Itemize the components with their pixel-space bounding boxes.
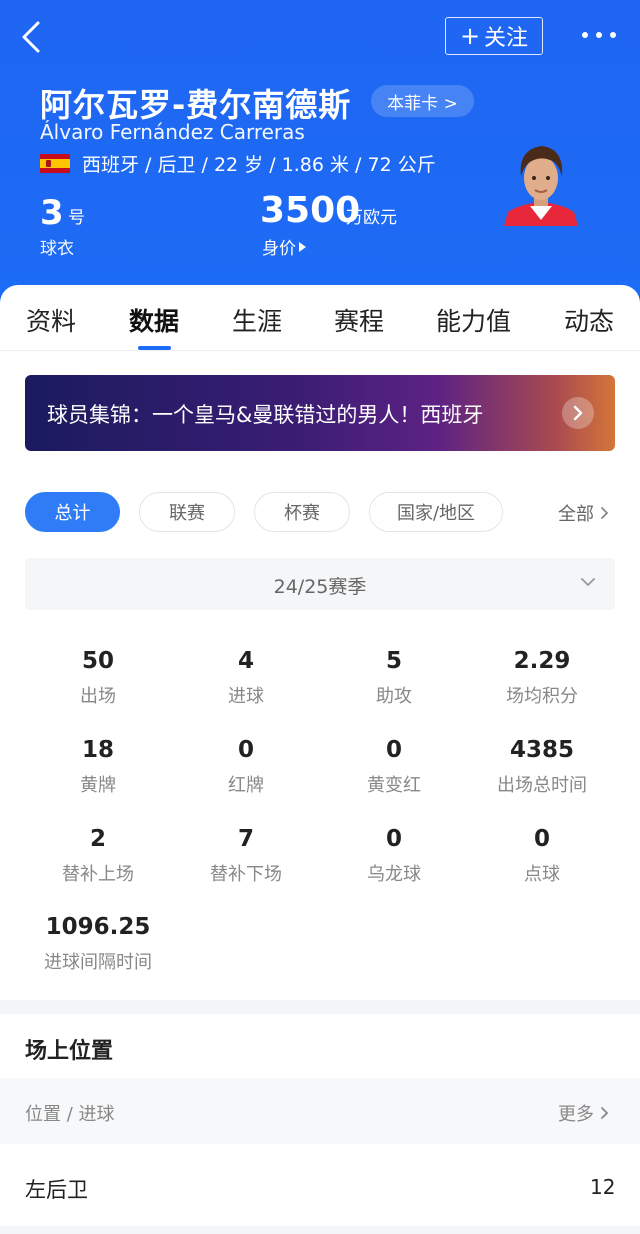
active-tab-indicator: [138, 346, 171, 350]
stat-appearances: 50 出场: [24, 646, 172, 708]
tab-ratings[interactable]: 能力值: [436, 302, 511, 338]
stat-value: 50: [81, 648, 114, 674]
position-goals: 12: [590, 1175, 616, 1199]
chevron-right-icon: [562, 397, 594, 429]
more-options-button[interactable]: [582, 26, 616, 44]
chevron-right-icon: [601, 507, 609, 519]
chevron-left-icon: [22, 21, 40, 53]
tab-schedule[interactable]: 赛程: [334, 302, 384, 338]
tab-bar: 资料 数据 生涯 赛程 能力值 动态: [0, 285, 640, 351]
stat-points-per-game: 2.29 场均积分: [468, 646, 616, 708]
all-filter-label: 全部: [558, 504, 594, 525]
more-label: 更多: [558, 1104, 594, 1125]
chevron-right-icon: [601, 1107, 609, 1119]
chevron-down-icon: [581, 578, 595, 586]
tab-stats[interactable]: 数据: [129, 302, 179, 338]
positions-header: 位置 / 进球 更多: [0, 1078, 640, 1144]
player-name-english: Álvaro Fernández Carreras: [40, 120, 305, 144]
spain-flag-icon: [40, 154, 70, 173]
positions-section-title: 场上位置: [25, 1039, 114, 1064]
stat-subbed-on: 2 替补上场: [24, 824, 172, 886]
stat-assists: 5 助攻: [320, 646, 468, 708]
follow-label: 关注: [484, 26, 529, 51]
player-header: + 关注 阿尔瓦罗-费尔南德斯 本菲卡 > Álvaro Fernández C…: [0, 0, 640, 310]
stat-label: 进球: [228, 686, 264, 707]
positions-more-button[interactable]: 更多: [558, 1100, 609, 1126]
stat-yellow-cards: 18 黄牌: [24, 735, 172, 797]
jersey-label: 球衣: [40, 239, 74, 259]
player-info-line: 西班牙 / 后卫 / 22 岁 / 1.86 米 / 72 公斤: [40, 150, 436, 177]
stat-label: 黄变红: [367, 775, 421, 796]
stat-label: 替补上场: [62, 864, 134, 885]
follow-button[interactable]: + 关注: [445, 17, 543, 55]
stat-second-yellow: 0 黄变红: [320, 735, 468, 797]
tab-career[interactable]: 生涯: [232, 302, 282, 338]
stat-minutes-played: 4385 出场总时间: [468, 735, 616, 797]
stat-goals: 4 进球: [172, 646, 320, 708]
player-avatar: [500, 140, 582, 226]
stat-label: 进球间隔时间: [44, 952, 152, 973]
section-divider: [0, 1000, 640, 1014]
stat-value: 0: [237, 737, 254, 763]
bottom-divider: [0, 1226, 640, 1234]
stat-label: 出场: [80, 686, 116, 707]
tab-profile[interactable]: 资料: [26, 302, 76, 338]
chip-league[interactable]: 联赛: [139, 492, 235, 532]
dot-icon: [610, 32, 616, 38]
position-row: 左后卫 12: [0, 1144, 640, 1228]
stat-label: 乌龙球: [367, 864, 421, 885]
market-value-label: 身价: [262, 239, 296, 259]
stat-value: 4: [237, 648, 254, 674]
stat-value: 0: [385, 826, 402, 852]
stat-own-goals: 0 乌龙球: [320, 824, 468, 886]
season-label: 24/25赛季: [273, 576, 367, 598]
dot-icon: [582, 32, 588, 38]
stat-penalties: 0 点球: [468, 824, 616, 886]
jersey-unit: 号: [68, 208, 85, 228]
stat-value: 5: [385, 648, 402, 674]
stat-value: 18: [81, 737, 114, 763]
stat-label: 场均积分: [506, 686, 578, 707]
position-name: 左后卫: [25, 1178, 88, 1202]
stat-label: 黄牌: [80, 775, 116, 796]
stat-value: 2: [89, 826, 106, 852]
market-value-unit: 万欧元: [346, 208, 397, 228]
stat-minutes-per-goal: 1096.25 进球间隔时间: [24, 912, 172, 974]
stat-label: 点球: [524, 864, 560, 885]
stat-value: 4385: [509, 737, 574, 763]
stat-label: 红牌: [228, 775, 264, 796]
stat-subbed-off: 7 替补下场: [172, 824, 320, 886]
stat-red-cards: 0 红牌: [172, 735, 320, 797]
chip-cup[interactable]: 杯赛: [254, 492, 350, 532]
stat-value: 2.29: [513, 648, 571, 674]
chip-national[interactable]: 国家/地区: [369, 492, 503, 532]
stat-value: 0: [385, 737, 402, 763]
stat-label: 出场总时间: [497, 775, 587, 796]
banner-text: 球员集锦：一个皇马&曼联错过的男人！西班牙: [47, 403, 484, 427]
chip-total[interactable]: 总计: [25, 492, 120, 532]
jersey-number: 3: [40, 193, 64, 233]
plus-icon: +: [459, 22, 481, 50]
stat-label: 助攻: [376, 686, 412, 707]
dot-icon: [596, 32, 602, 38]
highlights-banner[interactable]: 球员集锦：一个皇马&曼联错过的男人！西班牙: [25, 375, 615, 451]
tab-news[interactable]: 动态: [564, 302, 614, 338]
triangle-right-icon: [299, 241, 306, 252]
stat-value: 1096.25: [45, 914, 151, 940]
stat-label: 替补下场: [210, 864, 282, 885]
market-value-link[interactable]: 身价: [262, 234, 306, 259]
player-info-text: 西班牙 / 后卫 / 22 岁 / 1.86 米 / 72 公斤: [82, 154, 436, 176]
back-button[interactable]: [18, 20, 46, 54]
positions-header-label: 位置 / 进球: [25, 1104, 115, 1125]
all-filter-button[interactable]: 全部: [558, 500, 609, 526]
stat-value: 7: [237, 826, 254, 852]
stat-value: 0: [533, 826, 550, 852]
club-card-button[interactable]: 本菲卡 >: [371, 85, 474, 117]
filter-chips: 总计 联赛 杯赛 国家/地区 全部: [0, 492, 640, 532]
season-selector[interactable]: 24/25赛季: [25, 558, 615, 610]
